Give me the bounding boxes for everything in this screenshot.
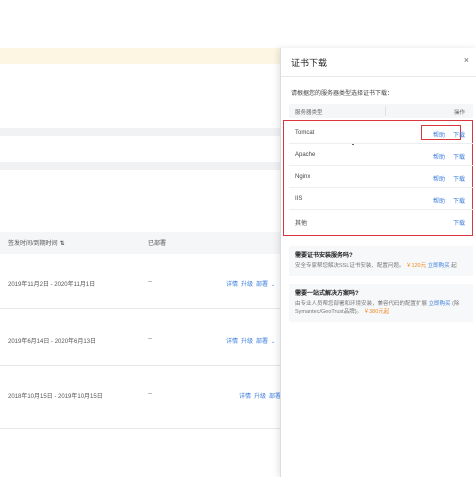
row-divider: [0, 365, 282, 366]
download-link[interactable]: 下载: [453, 196, 465, 205]
detail-link[interactable]: 详情: [226, 282, 238, 288]
promo-description: 由专业人员帮您部署和环境安装，兼容代码的配置扩展 立即购买 (除Symantec…: [295, 300, 467, 316]
table-header-deployed: 已部署: [148, 241, 167, 247]
header-server-type: 服务器类型: [295, 110, 323, 116]
help-link[interactable]: 帮助: [433, 174, 445, 183]
promo-description: 安全专家帮您解决SSL证书安装、配置问题。 ￥120元 立即购买 起: [295, 262, 467, 270]
deploy-link[interactable]: 部署: [256, 282, 268, 288]
help-link[interactable]: 帮助: [433, 130, 445, 139]
server-row-nginx: Nginx 帮助 下载: [289, 166, 473, 188]
cert-dates: 2019年11月2日 - 2020年11月1日: [8, 282, 96, 288]
cert-dates: 2018年10月15日 - 2019年10月15日: [8, 394, 103, 400]
promo-text: 由专业人员帮您部署和环境安装，兼容代码的配置扩展: [295, 301, 428, 307]
download-link[interactable]: 下载: [453, 152, 465, 161]
download-link[interactable]: 下载: [453, 218, 465, 227]
cert-deployed: --: [148, 391, 152, 397]
server-list-header: 服务器类型 操作: [289, 104, 473, 118]
promo-title: 需要一站式解决方案吗?: [295, 291, 359, 297]
sort-icon[interactable]: ⇅: [60, 240, 65, 247]
upgrade-link[interactable]: 升级: [241, 339, 253, 345]
cert-deployed: --: [148, 279, 152, 285]
detail-link[interactable]: 详情: [239, 394, 251, 400]
download-link[interactable]: 下载: [453, 174, 465, 183]
upgrade-link[interactable]: 升级: [241, 282, 253, 288]
help-link[interactable]: 帮助: [433, 152, 445, 161]
row-actions: 详情升级部署⌄: [226, 279, 278, 288]
table-header-dates[interactable]: 签发时间/到期时间 ⇅: [8, 238, 65, 247]
upgrade-link[interactable]: 升级: [254, 394, 266, 400]
server-name: IIS: [295, 196, 303, 202]
promo-text: 安全专家帮您解决SSL证书安装、配置问题。: [295, 263, 405, 269]
server-row-tomcat: Tomcat 帮助 下载: [289, 122, 473, 144]
row-divider: [0, 428, 282, 429]
promo-title: 需要证书安装服务吗?: [295, 253, 353, 259]
header-ops: 操作: [453, 110, 465, 116]
background-page: 签发时间/到期时间 ⇅ 已部署 2019年11月2日 - 2020年11月1日 -…: [0, 0, 288, 477]
detail-link[interactable]: 详情: [226, 339, 238, 345]
help-link[interactable]: 帮助: [433, 196, 445, 205]
section-divider: [0, 162, 282, 170]
buy-now-link[interactable]: 立即购买: [429, 301, 451, 307]
cert-deployed: --: [148, 336, 152, 342]
server-row-iis: IIS 帮助 下载: [289, 188, 473, 210]
panel-divider: [281, 76, 476, 77]
server-name: Tomcat: [295, 130, 315, 136]
notice-band: [0, 48, 282, 64]
download-link[interactable]: 下载: [453, 130, 465, 139]
close-icon[interactable]: ×: [464, 55, 469, 65]
chevron-down-icon[interactable]: ⌄: [271, 339, 275, 345]
server-row-other: 其他 下载: [289, 210, 473, 232]
promo-text-suffix: 起: [451, 263, 457, 269]
row-actions: 详情升级部署⌄: [226, 336, 278, 345]
certificate-download-panel: 证书下载 × 请根据您的服务器类型选择证书下载： 服务器类型 操作 Tomcat…: [280, 48, 476, 477]
promo-price: ￥380元起: [363, 309, 390, 315]
row-divider: [0, 308, 282, 309]
promo-solution: 需要一站式解决方案吗? 由专业人员帮您部署和环境安装，兼容代码的配置扩展 立即购…: [289, 284, 473, 322]
promo-install-service: 需要证书安装服务吗? 安全专家帮您解决SSL证书安装、配置问题。 ￥120元 立…: [289, 246, 473, 276]
page-header-area: [0, 0, 282, 48]
server-name: Nginx: [295, 174, 311, 180]
promo-price: ￥120元: [405, 263, 427, 269]
header-separator: [385, 106, 386, 116]
chevron-down-icon[interactable]: ⌄: [271, 282, 275, 288]
server-name: 其他: [295, 221, 308, 227]
cert-dates: 2019年6月14日 - 2020年6月13日: [8, 339, 97, 345]
panel-hint: 请根据您的服务器类型选择证书下载：: [291, 91, 394, 97]
server-row-apache: Apache 帮助 下载: [289, 144, 473, 166]
section-divider: [0, 128, 282, 136]
buy-now-link[interactable]: 立即购买: [428, 263, 450, 269]
deploy-link[interactable]: 部署: [256, 339, 268, 345]
panel-title: 证书下载: [291, 58, 328, 68]
server-name: Apache: [295, 152, 316, 158]
